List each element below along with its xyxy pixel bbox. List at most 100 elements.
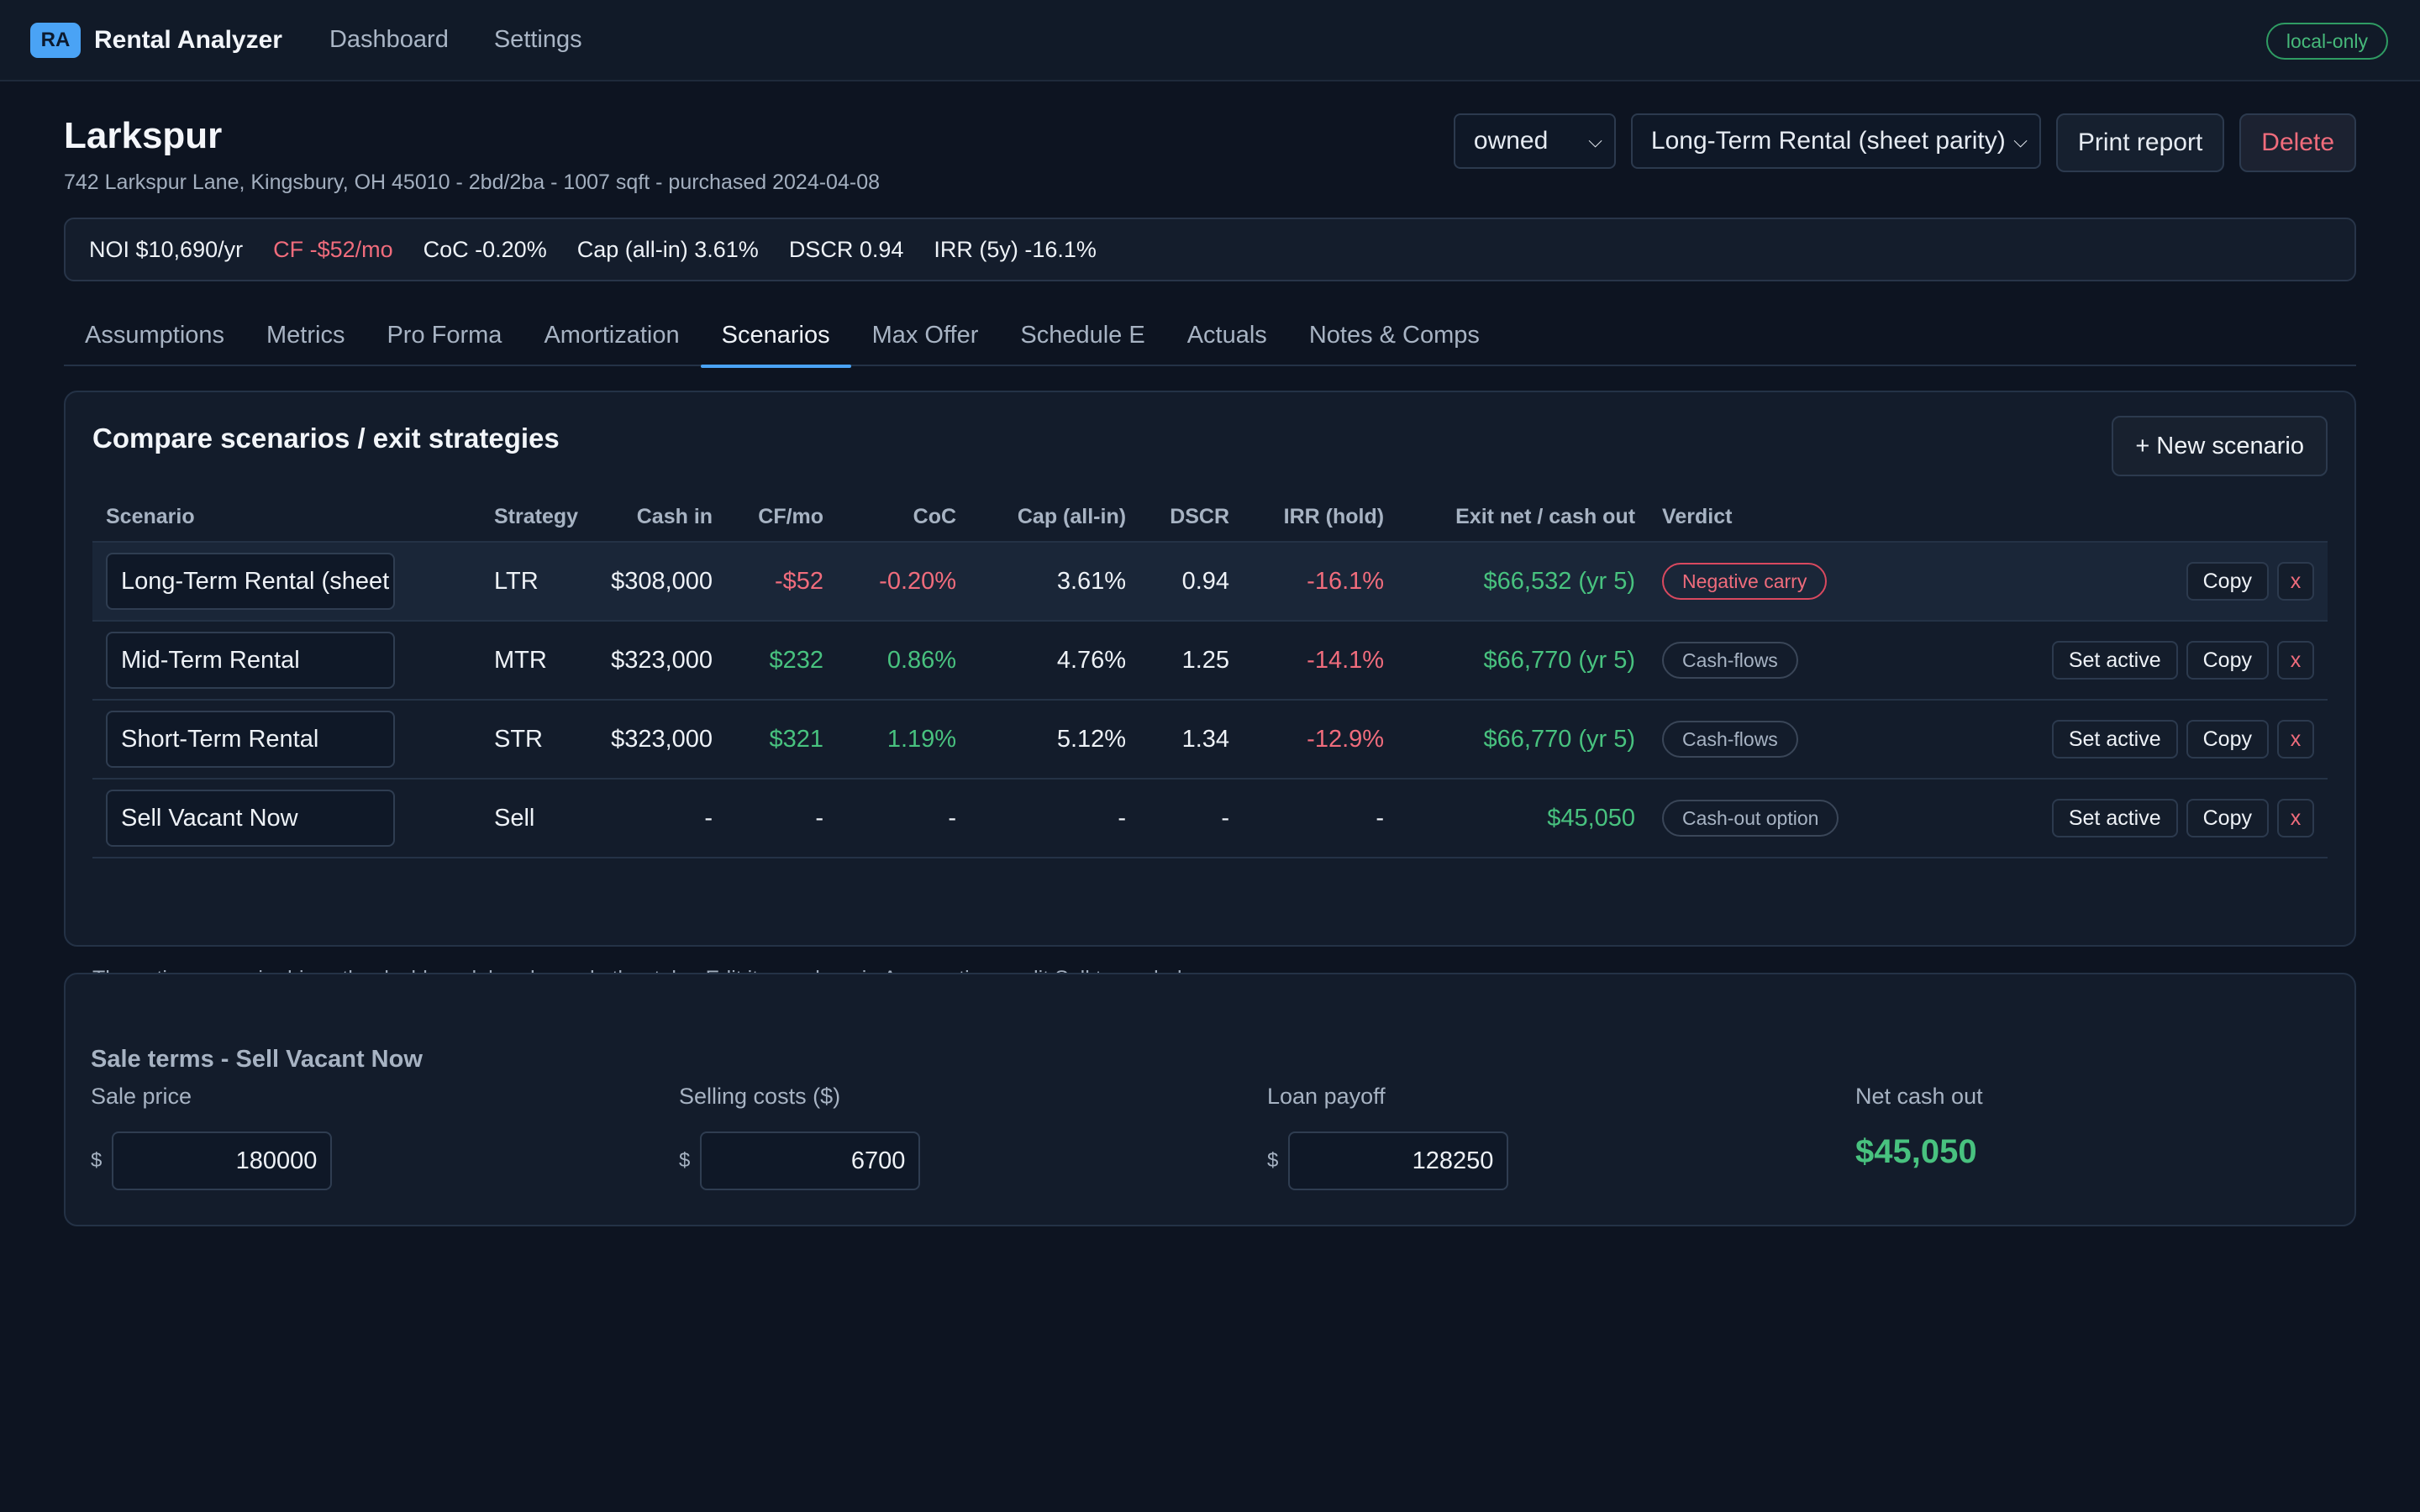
status-select[interactable]: owned ⌵ — [1453, 113, 1616, 169]
metric-noi: NOI $10,690/yr — [89, 236, 244, 262]
strategy-cell: MTR — [481, 620, 592, 700]
metric-cashflow: CF -$52/mo — [273, 236, 393, 262]
col-verdict: Verdict — [1662, 505, 1733, 528]
metrics-bar: NOI $10,690/yr CF -$52/mo CoC -0.20% Cap… — [64, 218, 2356, 281]
irr-cell: - — [1243, 778, 1398, 858]
set-active-button[interactable]: Set active — [2051, 720, 2178, 759]
net-cash-out-field: Net cash out $45,050 — [1855, 1084, 1983, 1171]
selling-costs-input[interactable]: 6700 — [700, 1131, 921, 1190]
cap-cell: 3.61% — [970, 541, 1140, 621]
verdict-badge: Cash-out option — [1662, 800, 1839, 837]
tab-schedule-e[interactable]: Schedule E — [999, 304, 1165, 366]
nav-settings[interactable]: Settings — [494, 26, 582, 54]
table-header-row: Scenario Strategy Cash in CF/mo CoC Cap … — [92, 493, 2328, 542]
selling-costs-label: Selling costs ($) — [679, 1084, 841, 1109]
col-exit: Exit net / cash out — [1455, 505, 1636, 528]
table-row: Short-Term Rental STR $323,000 $321 1.19… — [92, 699, 2328, 779]
scenario-name-input[interactable]: Long-Term Rental (sheet parity) — [106, 553, 395, 610]
delete-scenario-button[interactable]: x — [2277, 562, 2314, 601]
loan-payoff-input[interactable]: 128250 — [1288, 1131, 1509, 1190]
col-irr: IRR (hold) — [1283, 505, 1385, 528]
tab-notes-comps[interactable]: Notes & Comps — [1288, 304, 1501, 366]
irr-cell: -16.1% — [1243, 541, 1398, 621]
cash-in-cell: $323,000 — [592, 699, 727, 779]
dscr-cell: 1.34 — [1139, 699, 1244, 779]
table-row: Mid-Term Rental MTR $323,000 $232 0.86% … — [92, 620, 2328, 700]
delete-scenario-button[interactable]: x — [2277, 720, 2314, 759]
app-logo[interactable]: RA — [30, 22, 81, 58]
top-bar: RA Rental Analyzer Dashboard Settings lo… — [0, 0, 2420, 81]
metric-cap: Cap (all-in) 3.61% — [576, 236, 759, 262]
cap-cell: 5.12% — [970, 699, 1140, 779]
tab-amortization[interactable]: Amortization — [523, 304, 700, 366]
net-cash-out-value: $45,050 — [1855, 1133, 1977, 1170]
sale-price-input[interactable]: 180000 — [112, 1131, 333, 1190]
cash-in-cell: - — [592, 778, 727, 858]
print-report-button[interactable]: Print report — [2055, 113, 2225, 172]
set-active-button[interactable]: Set active — [2051, 641, 2178, 680]
net-cash-out-label: Net cash out — [1855, 1084, 1983, 1109]
col-cf: CF/mo — [758, 505, 824, 528]
currency-symbol: $ — [91, 1149, 103, 1172]
sale-price-field: Sale price $ 180000 — [91, 1084, 333, 1190]
irr-cell: -12.9% — [1243, 699, 1398, 779]
cf-cell: $232 — [726, 620, 838, 700]
tab-assumptions[interactable]: Assumptions — [64, 304, 245, 366]
nav-dashboard[interactable]: Dashboard — [329, 26, 449, 54]
chevron-down-icon: ⌵ — [1588, 130, 1602, 151]
col-cash-in: Cash in — [636, 505, 713, 528]
table-row: Sell Vacant Now Sell - - - - - - $45,050… — [92, 778, 2328, 858]
cash-in-cell: $323,000 — [592, 620, 727, 700]
exit-cell: $45,050 — [1397, 778, 1649, 858]
new-scenario-button[interactable]: + New scenario — [2112, 416, 2328, 476]
coc-cell: 1.19% — [837, 699, 971, 779]
dscr-cell: 0.94 — [1139, 541, 1244, 621]
property-subtitle: 742 Larkspur Lane, Kingsbury, OH 45010 -… — [64, 171, 880, 194]
col-coc: CoC — [913, 505, 957, 528]
scenarios-panel: Compare scenarios / exit strategies + Ne… — [64, 391, 2356, 990]
tab-max-offer[interactable]: Max Offer — [851, 304, 1000, 366]
local-only-badge: local-only — [2265, 23, 2388, 60]
status-select-value: owned — [1473, 127, 1549, 155]
chevron-down-icon: ⌵ — [2013, 130, 2028, 151]
copy-button[interactable]: Copy — [2186, 720, 2269, 759]
tab-scenarios[interactable]: Scenarios — [700, 304, 851, 368]
scenario-name-input[interactable]: Sell Vacant Now — [106, 790, 395, 847]
coc-cell: 0.86% — [837, 620, 971, 700]
loan-payoff-field: Loan payoff $ 128250 — [1267, 1084, 1509, 1190]
strategy-cell: Sell — [481, 778, 592, 858]
copy-button[interactable]: Copy — [2186, 641, 2269, 680]
tab-metrics[interactable]: Metrics — [245, 304, 366, 366]
scenarios-title: Compare scenarios / exit strategies — [92, 423, 560, 454]
delete-scenario-button[interactable]: x — [2277, 641, 2314, 680]
dscr-cell: - — [1139, 778, 1244, 858]
verdict-badge: Negative carry — [1662, 563, 1828, 600]
col-actions — [1985, 493, 2328, 542]
exit-cell: $66,532 (yr 5) — [1397, 541, 1649, 621]
sale-price-label: Sale price — [91, 1084, 192, 1109]
scenario-select[interactable]: Long-Term Rental (sheet parity) ⌵ — [1630, 113, 2041, 169]
cf-cell: -$52 — [726, 541, 838, 621]
scenarios-table: Scenario Strategy Cash in CF/mo CoC Cap … — [92, 493, 2328, 858]
cap-cell: 4.76% — [970, 620, 1140, 700]
delete-button[interactable]: Delete — [2239, 113, 2356, 172]
delete-scenario-button[interactable]: x — [2277, 799, 2314, 837]
metric-dscr: DSCR 0.94 — [788, 236, 904, 262]
tab-actuals[interactable]: Actuals — [1166, 304, 1288, 366]
cf-cell: - — [726, 778, 838, 858]
verdict-badge: Cash-flows — [1662, 721, 1798, 758]
scenario-name-input[interactable]: Short-Term Rental — [106, 711, 395, 768]
cf-cell: $321 — [726, 699, 838, 779]
app-name[interactable]: Rental Analyzer — [94, 26, 282, 55]
col-strategy: Strategy — [494, 505, 579, 528]
coc-cell: -0.20% — [837, 541, 971, 621]
tab-pro-forma[interactable]: Pro Forma — [366, 304, 523, 366]
scenario-select-value: Long-Term Rental (sheet parity) — [1650, 127, 2006, 155]
metric-irr: IRR (5y) -16.1% — [934, 236, 1097, 262]
sale-terms-title: Sale terms - Sell Vacant Now — [91, 1046, 423, 1073]
copy-button[interactable]: Copy — [2186, 562, 2269, 601]
set-active-button[interactable]: Set active — [2051, 799, 2178, 837]
dscr-cell: 1.25 — [1139, 620, 1244, 700]
scenario-name-input[interactable]: Mid-Term Rental — [106, 632, 395, 689]
copy-button[interactable]: Copy — [2186, 799, 2269, 837]
